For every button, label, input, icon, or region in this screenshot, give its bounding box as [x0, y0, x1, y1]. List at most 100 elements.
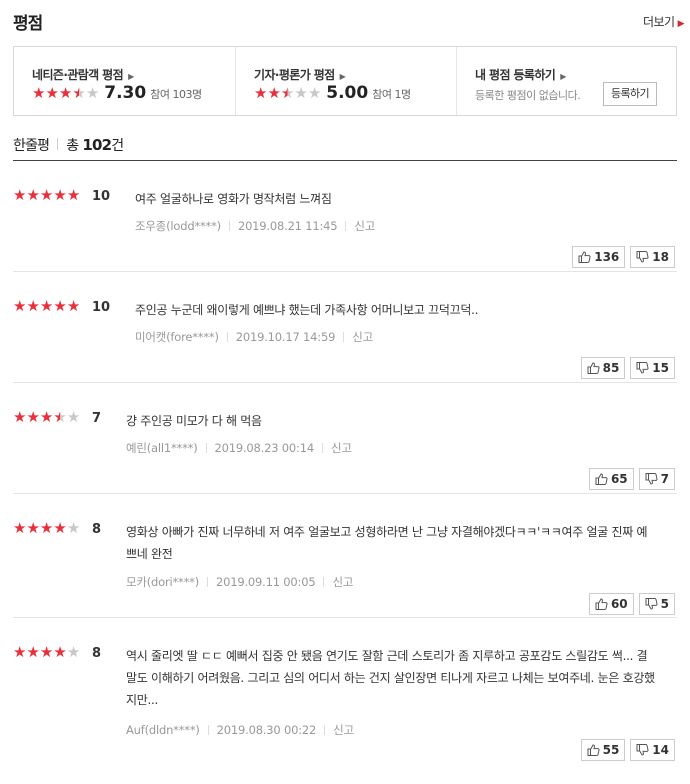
dislike-button[interactable]: 18 [630, 246, 675, 268]
like-button[interactable]: 55 [580, 739, 626, 761]
review-stars: ★★★★★ [13, 299, 80, 314]
star-filled-icon: ★ [26, 408, 40, 426]
thumbs-down-icon [645, 598, 658, 610]
dislike-count: 15 [652, 361, 669, 375]
netizen-participants: 참여 103명 [150, 88, 202, 101]
divider [323, 577, 325, 587]
star-filled-icon: ★ [39, 408, 54, 426]
report-link[interactable]: 신고 [331, 440, 352, 456]
dislike-count: 5 [660, 597, 669, 611]
star-filled-icon: ★ [53, 186, 67, 204]
netizen-stars: ★★★★★ [32, 86, 99, 101]
review-date: 2019.09.11 00:05 [216, 575, 316, 589]
star-half-icon: ★ [280, 84, 295, 102]
review-text: 여주 얼굴하나로 영화가 명작처럼 느껴짐 [135, 192, 332, 206]
divider [57, 138, 59, 150]
report-link[interactable]: 신고 [354, 218, 375, 234]
review-date: 2019.10.17 14:59 [235, 330, 336, 344]
like-count: 136 [594, 250, 620, 264]
like-button[interactable]: 60 [588, 593, 634, 615]
divider [324, 725, 326, 735]
review-stars: ★★★★★ [13, 410, 80, 425]
review-author[interactable]: 모카(dori****) [126, 574, 199, 590]
total-prefix: 총 [66, 138, 79, 154]
star-filled-icon: ★ [39, 297, 54, 315]
netizen-rating-link[interactable]: 네티즌·관람객 평점 ▶ [32, 66, 134, 83]
star-filled-icon: ★ [39, 519, 54, 537]
star-filled-icon: ★ [13, 519, 27, 537]
report-link[interactable]: 신고 [352, 329, 373, 345]
divider [343, 332, 345, 342]
critic-label: 기자·평론가 평점 [254, 68, 335, 82]
review-text: 영화상 아빠가 진짜 너무하네 저 여주 얼굴보고 성형하라면 난 그냥 자결해… [126, 525, 648, 561]
more-link[interactable]: 더보기 ▶ [643, 13, 685, 30]
review-text: 역시 줄리엣 딸 ㄷㄷ 예뻐서 집중 안 됐음 연기도 잘함 근데 스토리가 좀… [126, 649, 655, 707]
netizen-label: 네티즌·관람객 평점 [32, 68, 124, 82]
dislike-button[interactable]: 14 [630, 739, 675, 761]
like-button[interactable]: 65 [588, 468, 634, 490]
star-filled-icon: ★ [53, 519, 67, 537]
star-empty-icon: ★ [66, 519, 81, 537]
divider [226, 332, 228, 342]
review-text: 걍 주인공 미모가 다 해 먹음 [126, 414, 262, 428]
star-filled-icon: ★ [13, 408, 27, 426]
dislike-button[interactable]: 7 [638, 468, 675, 490]
netizen-score: 7.30 [104, 83, 147, 103]
report-link[interactable]: 신고 [333, 722, 354, 738]
star-empty-icon: ★ [307, 84, 322, 102]
review-stars: ★★★★★ [13, 188, 80, 203]
star-filled-icon: ★ [32, 84, 46, 102]
total-count: 102 [82, 136, 112, 154]
star-filled-icon: ★ [26, 186, 40, 204]
review-author[interactable]: 예린(all1****) [126, 440, 198, 456]
chevron-right-icon: ▶ [128, 72, 134, 81]
review-text: 주인공 누군데 왜이렇게 예쁘냐 했는데 가족사항 어머니보고 끄덕끄덕.. [135, 303, 479, 317]
star-filled-icon: ★ [13, 186, 27, 204]
review-list: ★★★★★ 10 여주 얼굴하나로 영화가 명작처럼 느껴짐 조우종(lodd*… [13, 161, 677, 763]
dislike-count: 18 [652, 250, 669, 264]
rating-summary: 네티즌·관람객 평점 ▶ ★★★★★ 7.30 참여 103명 기자·평론가 평점… [13, 46, 677, 116]
divider [345, 221, 347, 231]
star-filled-icon: ★ [66, 297, 81, 315]
report-link[interactable]: 신고 [332, 574, 353, 590]
star-empty-icon: ★ [294, 84, 308, 102]
review-date: 2019.08.21 11:45 [237, 219, 338, 233]
my-rating-link[interactable]: 내 평점 등록하기 ▶ [475, 66, 566, 83]
thumbs-up-icon [587, 744, 600, 756]
register-rating-button[interactable]: 등록하기 [603, 82, 657, 106]
dislike-button[interactable]: 15 [630, 357, 675, 379]
review-item: ★★★★★ 10 주인공 누군데 왜이렇게 예쁘냐 했는데 가족사항 어머니보고… [13, 272, 677, 383]
review-meta: 예린(all1****) 2019.08.23 00:14 신고 [126, 440, 352, 456]
dislike-button[interactable]: 5 [638, 593, 675, 615]
like-count: 55 [602, 743, 620, 757]
critic-rating-link[interactable]: 기자·평론가 평점 ▶ [254, 66, 346, 83]
like-button[interactable]: 136 [572, 246, 626, 268]
thumbs-down-icon [636, 251, 649, 263]
dislike-count: 14 [652, 743, 669, 757]
star-half-icon: ★ [72, 84, 86, 102]
divider [228, 221, 230, 231]
chevron-right-icon: ▶ [677, 19, 685, 29]
netizen-rating: 네티즌·관람객 평점 ▶ ★★★★★ 7.30 참여 103명 [14, 47, 234, 115]
dislike-count: 7 [660, 472, 669, 486]
review-author[interactable]: Auf(dldn****) [126, 723, 200, 737]
star-filled-icon: ★ [39, 643, 54, 661]
page-title: 평점 [13, 14, 43, 34]
like-count: 60 [610, 597, 628, 611]
thumbs-down-icon [636, 744, 649, 756]
review-author[interactable]: 미어캣(fore****) [135, 329, 219, 345]
star-filled-icon: ★ [53, 297, 67, 315]
review-author[interactable]: 조우종(lodd****) [135, 218, 221, 234]
vote-buttons: 60 5 [588, 593, 675, 615]
star-filled-icon: ★ [254, 84, 268, 102]
star-filled-icon: ★ [267, 84, 281, 102]
star-empty-icon: ★ [85, 84, 100, 102]
review-score: 10 [92, 189, 111, 204]
review-item: ★★★★★ 8 영화상 아빠가 진짜 너무하네 저 여주 얼굴보고 성형하라면 … [13, 494, 677, 618]
star-filled-icon: ★ [13, 643, 27, 661]
review-meta: Auf(dldn****) 2019.08.30 00:22 신고 [126, 722, 354, 738]
no-rating-text: 등록한 평점이 없습니다. [475, 89, 581, 102]
like-button[interactable]: 85 [580, 357, 626, 379]
star-filled-icon: ★ [26, 643, 40, 661]
chevron-right-icon: ▶ [560, 72, 566, 81]
